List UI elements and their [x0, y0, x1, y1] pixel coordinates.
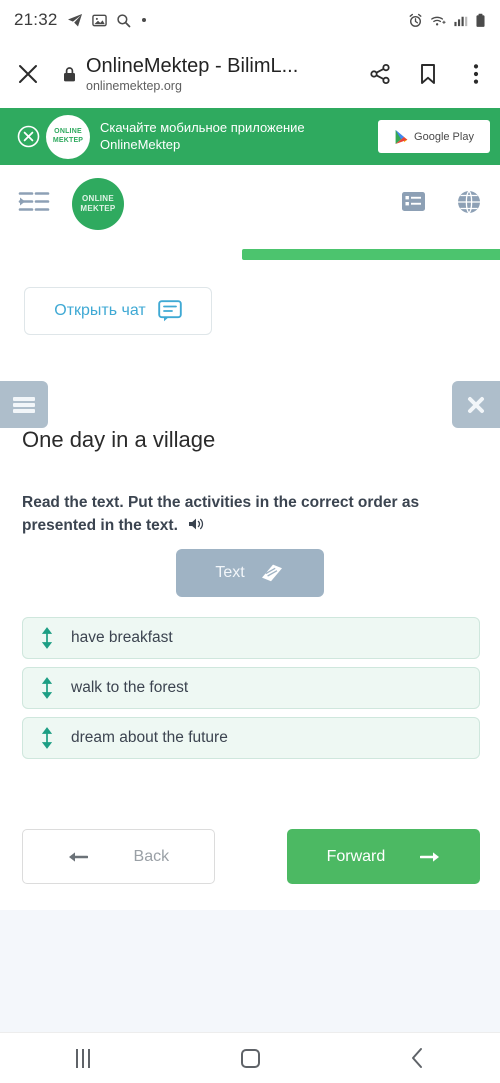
promo-text: Скачайте мобильное приложение OnlineMekt…: [100, 120, 378, 153]
signal-icon: [454, 16, 468, 26]
chat-bubble-icon: [158, 300, 182, 322]
close-icon: [19, 65, 37, 83]
lock-icon: [63, 66, 75, 81]
alarm-icon: [409, 13, 422, 27]
overflow-menu-button[interactable]: [452, 63, 500, 85]
back-button[interactable]: Back: [22, 829, 215, 884]
lesson-progress-bar: [242, 249, 500, 260]
back-label: Back: [133, 847, 170, 865]
close-page-button[interactable]: [0, 63, 56, 85]
share-button[interactable]: [356, 63, 404, 85]
system-back-button[interactable]: [333, 1047, 500, 1069]
browser-toolbar: OnlineMektep - BilimL... onlinemektep.or…: [0, 40, 500, 108]
panel-menu-button[interactable]: [0, 381, 48, 428]
list-item[interactable]: dream about the future: [22, 717, 480, 759]
status-bar-left: 21:32: [14, 10, 148, 30]
dismiss-banner-button[interactable]: [10, 125, 46, 148]
promo-logo-line2: MEKTEP: [52, 136, 84, 144]
list-item-label: walk to the forest: [71, 679, 189, 696]
wifi-icon: [431, 16, 446, 25]
status-bar: 21:32: [0, 0, 500, 40]
page-host: onlinemektep.org: [86, 79, 182, 94]
promo-text-line1: Скачайте мобильное приложение: [100, 119, 305, 135]
forward-button[interactable]: Forward: [287, 829, 480, 884]
course-list-button[interactable]: [401, 189, 426, 219]
close-icon: [468, 396, 484, 413]
drag-updown-icon[interactable]: [41, 727, 53, 749]
hamburger-bar: [13, 408, 35, 413]
open-chat-label: Открыть чат: [54, 302, 146, 319]
hamburger-bar: [13, 402, 35, 407]
status-bar-clock: 21:32: [14, 10, 58, 29]
page-footer: 50379840 1433514 10505 1: [0, 910, 500, 1032]
hamburger-icon: [13, 395, 35, 415]
lesson-title: One day in a village: [22, 427, 216, 452]
globe-icon: [458, 190, 480, 213]
site-logo-line2: MEKTEP: [80, 204, 116, 213]
arrow-right-icon: [420, 851, 440, 862]
search-icon: [116, 13, 130, 27]
image-icon: [91, 14, 107, 26]
sidebar-toggle-button[interactable]: [18, 189, 50, 220]
overflow-menu-icon: [473, 64, 479, 84]
recents-button[interactable]: [0, 1048, 167, 1068]
promo-text-line2: OnlineMektep: [100, 136, 181, 152]
sortable-activity-list: have breakfast walk to the forest dream …: [22, 617, 480, 767]
book-icon: [261, 564, 282, 582]
list-item-label: have breakfast: [71, 629, 173, 646]
show-text-button[interactable]: Text: [176, 549, 324, 597]
forward-label: Forward: [326, 847, 386, 865]
status-bar-right: [408, 13, 486, 28]
recents-icon: [76, 1048, 91, 1068]
dismiss-banner-icon: [17, 125, 39, 148]
battery-icon: [476, 13, 485, 27]
promo-logo: ONLINE MEKTEP: [46, 114, 90, 159]
home-button[interactable]: [167, 1048, 334, 1068]
back-chevron-icon: [411, 1048, 422, 1068]
phone-screen: 21:32 OnlineMektep - BilimL... onlinemek…: [0, 0, 500, 1083]
list-item[interactable]: walk to the forest: [22, 667, 480, 709]
drag-updown-icon[interactable]: [41, 677, 53, 699]
home-icon: [240, 1048, 260, 1068]
bookmark-icon: [421, 64, 435, 84]
google-play-label: Google Play: [414, 130, 474, 143]
language-button[interactable]: [456, 189, 482, 220]
lesson-instruction: Read the text. Put the activities in the…: [22, 492, 480, 538]
page-title: OnlineMektep - BilimL...: [86, 54, 299, 77]
speaker-icon[interactable]: [188, 516, 206, 532]
dot-icon: [141, 18, 146, 22]
arrow-left-icon: [68, 851, 88, 862]
list-item[interactable]: have breakfast: [22, 617, 480, 659]
telegram-icon: [67, 14, 82, 27]
google-play-icon: [395, 129, 408, 144]
google-play-button[interactable]: Google Play: [378, 120, 490, 153]
lesson-instruction-text: Read the text. Put the activities in the…: [22, 494, 420, 534]
panel-close-button[interactable]: [452, 381, 500, 428]
list-icon: [402, 192, 425, 211]
show-text-label: Text: [215, 564, 245, 581]
drag-updown-icon[interactable]: [41, 627, 53, 649]
site-security-indicator[interactable]: [56, 66, 82, 83]
site-header: ONLINE MEKTEP: [0, 165, 500, 243]
bookmark-button[interactable]: [404, 63, 452, 85]
address-bar[interactable]: OnlineMektep - BilimL... onlinemektep.or…: [82, 55, 356, 93]
open-chat-button[interactable]: Открыть чат: [24, 287, 212, 335]
hamburger-bar: [13, 396, 35, 401]
indent-menu-icon: [18, 191, 50, 211]
android-navigation-bar: [0, 1032, 500, 1083]
list-item-label: dream about the future: [71, 729, 228, 746]
site-logo[interactable]: ONLINE MEKTEP: [72, 178, 124, 230]
promo-logo-line1: ONLINE: [54, 128, 82, 136]
site-logo-line1: ONLINE: [81, 194, 115, 204]
app-promo-banner: ONLINE MEKTEP Скачайте мобильное приложе…: [0, 108, 500, 165]
share-icon: [370, 63, 390, 84]
